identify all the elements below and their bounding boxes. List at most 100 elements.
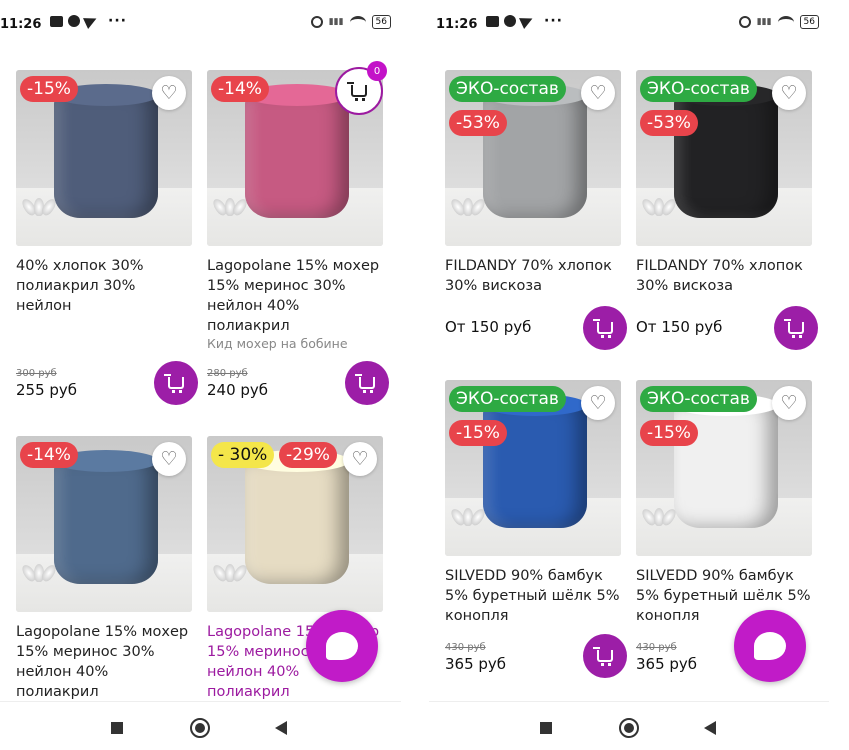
right-screen: 11:26 ··· ▮▮▮ 56 ЭКО-состав -53% ♡ FILDA… <box>429 0 829 750</box>
discount-badge: -14% <box>20 442 78 468</box>
cart-count-badge: 0 <box>367 61 387 81</box>
product-subtitle: Кид мохер на бобине <box>207 336 348 351</box>
status-bar: 11:26 ··· ▮▮▮ 56 <box>0 0 401 50</box>
chat-bubble-icon <box>754 632 786 660</box>
add-to-cart-button[interactable] <box>345 361 389 405</box>
favorite-heart-icon[interactable]: ♡ <box>343 442 377 476</box>
favorite-heart-icon[interactable]: ♡ <box>772 386 806 420</box>
message-icon <box>50 15 63 27</box>
home-icon[interactable] <box>190 718 210 738</box>
product-image[interactable]: ЭКО-состав -15% ♡ <box>445 380 621 556</box>
left-screen: 11:26 ··· ▮▮▮ 56 -15% ♡ 40% хлопок 30% п… <box>0 0 401 750</box>
promo-badge: - 30% <box>211 442 275 468</box>
wifi-icon <box>777 15 794 29</box>
discount-badge: -53% <box>640 110 698 136</box>
product-image[interactable]: - 30% -29% ♡ <box>207 436 383 612</box>
old-price: 430 руб <box>445 642 486 653</box>
decor-flower <box>639 194 679 218</box>
status-time: 11:26 <box>0 17 42 32</box>
old-price: 280 руб <box>207 368 248 379</box>
battery-icon: 56 <box>371 15 391 29</box>
back-icon[interactable] <box>275 721 287 735</box>
decor-flower <box>19 560 59 584</box>
recent-apps-icon[interactable] <box>111 722 123 734</box>
from-price: От 150 руб <box>636 318 723 336</box>
alarm-icon <box>310 16 323 28</box>
price: 365 руб <box>636 655 698 673</box>
product-image[interactable]: -15% ♡ <box>16 70 192 246</box>
status-bar: 11:26 ··· ▮▮▮ 56 <box>429 0 829 50</box>
wifi-icon <box>349 15 366 29</box>
chat-button[interactable] <box>734 610 806 682</box>
chat-bubble-icon <box>326 632 358 660</box>
decor-flower <box>210 560 250 584</box>
cart-icon <box>784 319 804 338</box>
favorite-heart-icon[interactable]: ♡ <box>581 76 615 110</box>
status-time: 11:26 <box>436 17 478 32</box>
decor-flower <box>448 194 488 218</box>
discount-badge: -15% <box>640 420 698 446</box>
discount-badge: -14% <box>211 76 269 102</box>
add-to-cart-button[interactable] <box>154 361 198 405</box>
product-image[interactable]: ЭКО-состав -53% ♡ <box>636 70 812 246</box>
eco-badge: ЭКО-состав <box>640 76 757 102</box>
circle-app-icon <box>68 15 80 27</box>
cart-icon <box>347 82 367 101</box>
back-icon[interactable] <box>704 721 716 735</box>
alarm-icon <box>738 16 751 28</box>
decor-flower <box>19 194 59 218</box>
price: 240 руб <box>207 381 269 399</box>
product-image[interactable]: -14% ♡ <box>16 436 192 612</box>
old-price: 300 руб <box>16 368 57 379</box>
eco-badge: ЭКО-состав <box>449 386 566 412</box>
more-dots-icon: ··· <box>108 13 127 29</box>
eco-badge: ЭКО-состав <box>640 386 757 412</box>
cart-icon <box>593 319 613 338</box>
circle-app-icon <box>504 15 516 27</box>
product-title[interactable]: FILDANDY 70% хлопок 30% вискоза <box>445 256 623 296</box>
message-icon <box>486 15 499 27</box>
recent-apps-icon[interactable] <box>540 722 552 734</box>
chat-button[interactable] <box>306 610 378 682</box>
battery-icon: 56 <box>799 15 819 29</box>
price: 255 руб <box>16 381 78 399</box>
product-title[interactable]: SILVEDD 90% бамбук 5% буретный шёлк 5% к… <box>445 566 623 626</box>
screen-divider <box>401 0 429 750</box>
cart-icon <box>355 374 375 393</box>
discount-badge: -53% <box>449 110 507 136</box>
price: 365 руб <box>445 655 507 673</box>
product-image[interactable]: ЭКО-состав -53% ♡ <box>445 70 621 246</box>
signal-icon: ▮▮▮ <box>328 17 344 27</box>
discount-badge: -29% <box>279 442 337 468</box>
product-title[interactable]: Lagopolane 15% мохер 15% меринос 30% ней… <box>16 622 194 702</box>
old-price: 430 руб <box>636 642 677 653</box>
home-icon[interactable] <box>619 718 639 738</box>
decor-flower <box>639 504 679 528</box>
discount-badge: -15% <box>20 76 78 102</box>
system-nav-bar <box>0 701 401 750</box>
product-image[interactable]: ЭКО-состав -15% ♡ <box>636 380 812 556</box>
from-price: От 150 руб <box>445 318 532 336</box>
more-dots-icon: ··· <box>544 13 563 29</box>
system-nav-bar <box>429 701 829 750</box>
add-to-cart-button[interactable] <box>583 306 627 350</box>
cart-icon <box>164 374 184 393</box>
telegram-icon <box>83 13 99 29</box>
signal-icon: ▮▮▮ <box>756 17 772 27</box>
favorite-heart-icon[interactable]: ♡ <box>152 442 186 476</box>
product-title[interactable]: 40% хлопок 30% полиакрил 30% нейлон <box>16 256 194 316</box>
cart-icon <box>593 647 613 666</box>
discount-badge: -15% <box>449 420 507 446</box>
product-title[interactable]: Lagopolane 15% мохер 15% меринос 30% ней… <box>207 256 385 336</box>
product-title[interactable]: FILDANDY 70% хлопок 30% вискоза <box>636 256 814 296</box>
floating-cart-button[interactable]: 0 <box>335 61 387 115</box>
favorite-heart-icon[interactable]: ♡ <box>581 386 615 420</box>
telegram-icon <box>519 13 535 29</box>
eco-badge: ЭКО-состав <box>449 76 566 102</box>
add-to-cart-button[interactable] <box>774 306 818 350</box>
favorite-heart-icon[interactable]: ♡ <box>772 76 806 110</box>
favorite-heart-icon[interactable]: ♡ <box>152 76 186 110</box>
decor-flower <box>448 504 488 528</box>
add-to-cart-button[interactable] <box>583 634 627 678</box>
decor-flower <box>210 194 250 218</box>
